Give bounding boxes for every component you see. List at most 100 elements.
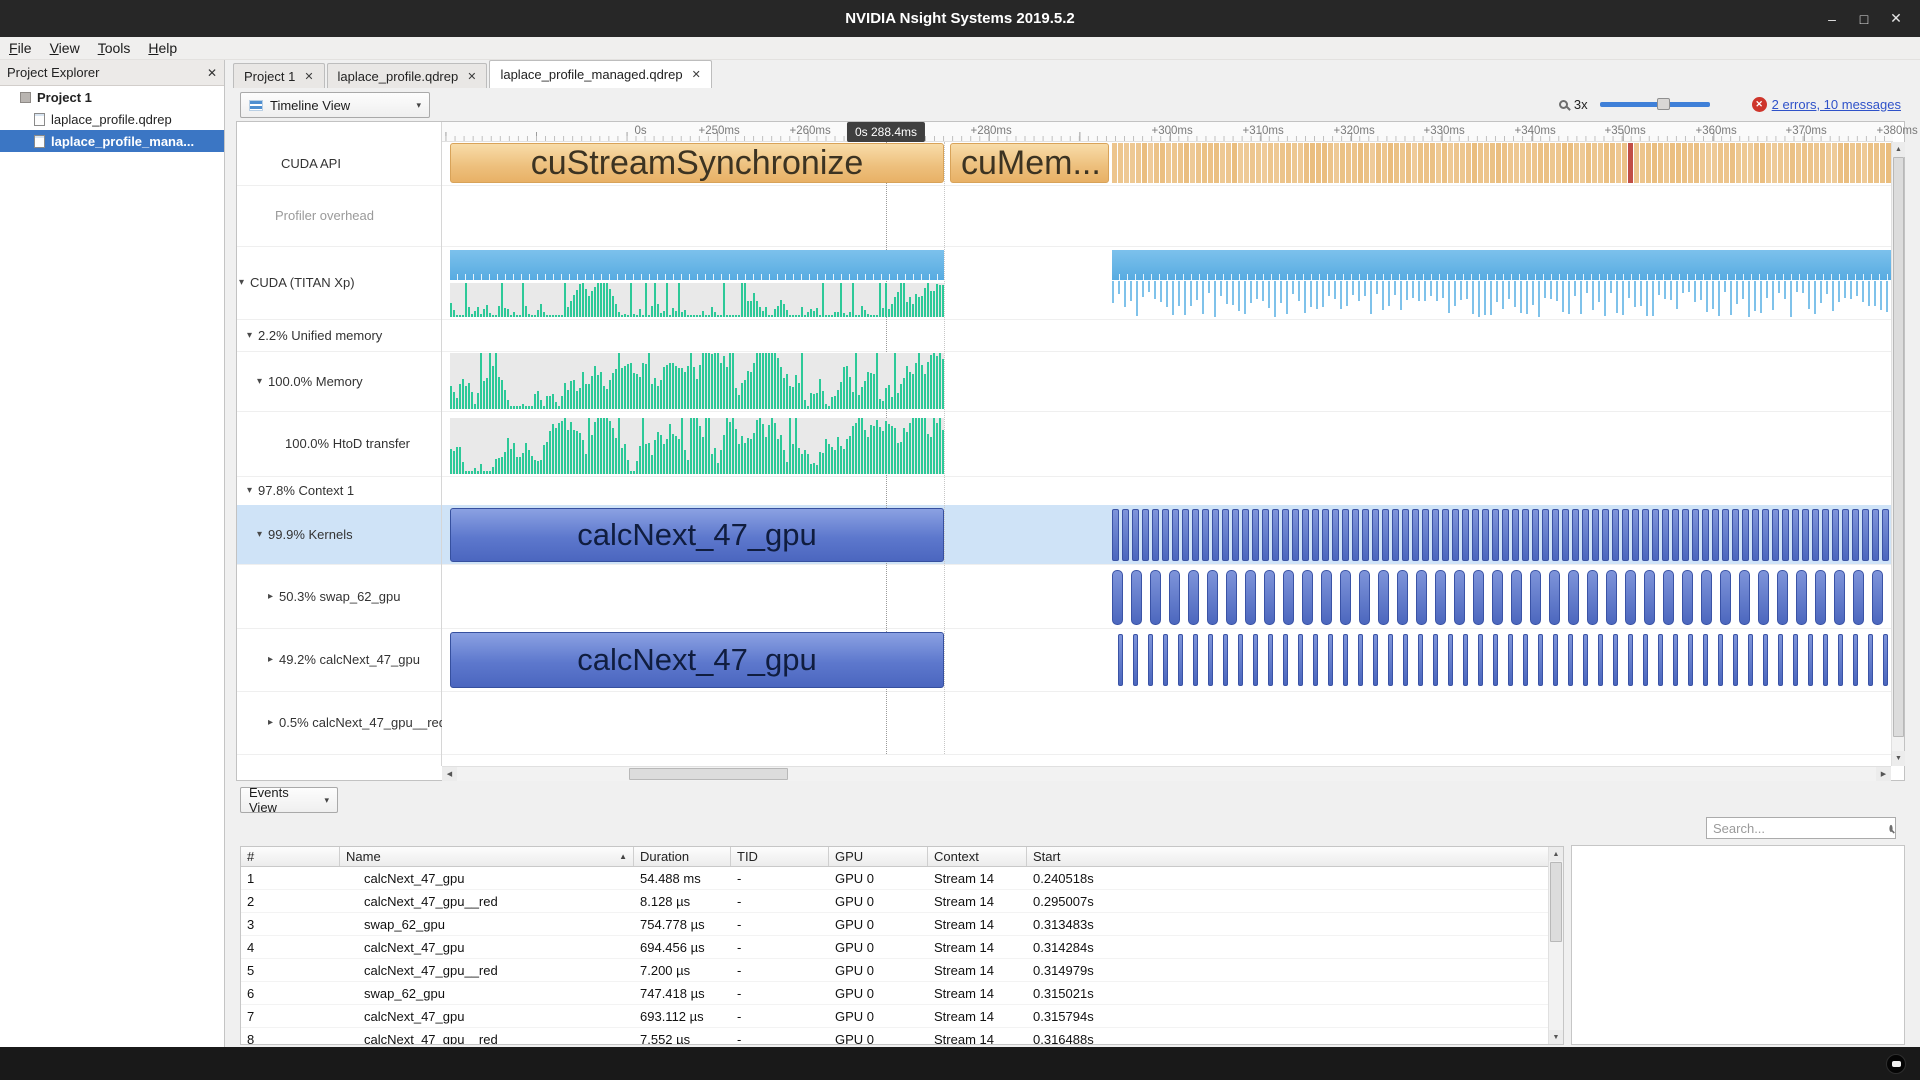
chart-sample-bar[interactable] bbox=[762, 424, 764, 474]
kernel-tick[interactable] bbox=[1214, 281, 1216, 317]
chart-sample-bar[interactable] bbox=[708, 353, 710, 409]
api-call-bar[interactable] bbox=[1148, 143, 1153, 183]
chart-sample-bar[interactable] bbox=[597, 283, 599, 317]
kernel-tick[interactable] bbox=[1118, 281, 1120, 294]
kernel-tick[interactable] bbox=[1664, 281, 1666, 299]
api-call-bar[interactable] bbox=[1790, 143, 1795, 183]
kernel-event-bar[interactable] bbox=[1359, 570, 1370, 625]
kernel-event-bar[interactable] bbox=[1208, 634, 1213, 686]
kernel-event-bar[interactable] bbox=[1352, 509, 1359, 561]
chart-sample-bar[interactable] bbox=[579, 388, 581, 409]
chart-sample-bar[interactable] bbox=[618, 418, 620, 474]
kernel-event-bar[interactable] bbox=[1342, 509, 1349, 561]
panel-close-icon[interactable]: ✕ bbox=[207, 66, 217, 80]
chart-sample-bar[interactable] bbox=[735, 429, 737, 474]
api-call-bar[interactable] bbox=[1358, 143, 1363, 183]
chart-sample-bar[interactable] bbox=[627, 460, 629, 474]
chart-sample-bar[interactable] bbox=[630, 363, 632, 409]
menu-view[interactable]: View bbox=[41, 40, 89, 56]
kernel-tick[interactable] bbox=[1292, 281, 1294, 294]
kernel-event-bar[interactable] bbox=[1752, 509, 1759, 561]
timeline-row-label-3[interactable]: ▾CUDA (TITAN Xp) bbox=[237, 246, 442, 319]
kernel-event-bar[interactable] bbox=[1492, 509, 1499, 561]
kernel-event-bar[interactable] bbox=[1702, 509, 1709, 561]
kernel-event-bar[interactable] bbox=[1552, 509, 1559, 561]
chart-sample-bar[interactable] bbox=[570, 381, 572, 409]
api-call-bar[interactable] bbox=[1634, 143, 1639, 183]
api-call-bar[interactable] bbox=[1310, 143, 1315, 183]
kernel-tick[interactable] bbox=[1202, 281, 1204, 314]
chart-sample-bar[interactable] bbox=[753, 293, 755, 317]
kernel-tick[interactable] bbox=[1688, 281, 1690, 292]
chart-sample-bar[interactable] bbox=[843, 367, 845, 409]
chart-sample-bar[interactable] bbox=[663, 311, 665, 317]
kernel-event-bar[interactable] bbox=[1226, 570, 1237, 625]
chart-sample-bar[interactable] bbox=[933, 353, 935, 409]
kernel-event-bar[interactable] bbox=[1122, 509, 1129, 561]
chart-sample-bar[interactable] bbox=[918, 418, 920, 474]
kernel-tick[interactable] bbox=[1502, 281, 1504, 309]
chart-sample-bar[interactable] bbox=[894, 297, 896, 317]
chart-sample-bar[interactable] bbox=[567, 390, 569, 409]
kernel-event-bar[interactable] bbox=[1418, 634, 1423, 686]
api-call-bar[interactable] bbox=[1688, 143, 1693, 183]
kernel-event-bar[interactable] bbox=[1688, 634, 1693, 686]
api-call-bar[interactable] bbox=[1580, 143, 1585, 183]
kernel-tick[interactable] bbox=[1784, 281, 1786, 299]
api-call-bar[interactable] bbox=[1304, 143, 1309, 183]
chart-sample-bar[interactable] bbox=[819, 452, 821, 474]
api-call-bar[interactable] bbox=[1268, 143, 1273, 183]
kernel-tick[interactable] bbox=[1298, 281, 1300, 301]
event-row[interactable]: 3swap_62_gpu754.778 µs-GPU 0Stream 140.3… bbox=[241, 913, 1563, 936]
chart-sample-bar[interactable] bbox=[669, 424, 671, 474]
api-call-bar[interactable] bbox=[1748, 143, 1753, 183]
chart-sample-bar[interactable] bbox=[618, 312, 620, 317]
chart-sample-bar[interactable] bbox=[867, 314, 869, 317]
kernel-event-bar[interactable] bbox=[1542, 509, 1549, 561]
api-call-bar[interactable] bbox=[1868, 143, 1873, 183]
kernel-tick[interactable] bbox=[1436, 281, 1438, 301]
kernel-tick[interactable] bbox=[1814, 281, 1816, 314]
chart-sample-bar[interactable] bbox=[465, 471, 467, 474]
chart-sample-bar[interactable] bbox=[510, 406, 512, 409]
kernel-tick[interactable] bbox=[1532, 281, 1534, 305]
calcnext-big-bar[interactable]: calcNext_47_gpu bbox=[450, 632, 944, 688]
chart-sample-bar[interactable] bbox=[525, 306, 527, 317]
kernel-event-bar[interactable] bbox=[1613, 634, 1618, 686]
kernel-event-bar[interactable] bbox=[1606, 570, 1617, 625]
chart-sample-bar[interactable] bbox=[903, 283, 905, 317]
kernel-tick[interactable] bbox=[1376, 281, 1378, 294]
chart-sample-bar[interactable] bbox=[480, 464, 482, 474]
chart-sample-bar[interactable] bbox=[588, 384, 590, 409]
zoom-slider[interactable] bbox=[1600, 102, 1710, 107]
kernel-event-bar[interactable] bbox=[1872, 570, 1883, 625]
chart-sample-bar[interactable] bbox=[756, 301, 758, 317]
chart-sample-bar[interactable] bbox=[852, 426, 854, 474]
chart-sample-bar[interactable] bbox=[558, 315, 560, 317]
chart-sample-bar[interactable] bbox=[585, 289, 587, 317]
tab-close-icon[interactable]: ✕ bbox=[467, 70, 476, 83]
kernel-event-bar[interactable] bbox=[1739, 570, 1750, 625]
kernel-event-bar[interactable] bbox=[1492, 570, 1503, 625]
chart-sample-bar[interactable] bbox=[513, 312, 515, 317]
chart-sample-bar[interactable] bbox=[822, 283, 824, 317]
api-call-bar[interactable] bbox=[1460, 143, 1465, 183]
chart-sample-bar[interactable] bbox=[612, 373, 614, 409]
api-call-bar[interactable] bbox=[1844, 143, 1849, 183]
chart-sample-bar[interactable] bbox=[615, 369, 617, 409]
chart-sample-bar[interactable] bbox=[612, 428, 614, 474]
chart-sample-bar[interactable] bbox=[606, 389, 608, 409]
api-call-bar[interactable] bbox=[1256, 143, 1261, 183]
chart-sample-bar[interactable] bbox=[771, 418, 773, 474]
chart-sample-bar[interactable] bbox=[663, 367, 665, 409]
kernel-event-bar[interactable] bbox=[1758, 570, 1769, 625]
chart-sample-bar[interactable] bbox=[714, 353, 716, 409]
chart-sample-bar[interactable] bbox=[819, 379, 821, 409]
kernel-event-bar[interactable] bbox=[1448, 634, 1453, 686]
kernel-event-bar[interactable] bbox=[1432, 509, 1439, 561]
kernel-tick[interactable] bbox=[1622, 281, 1624, 315]
chart-sample-bar[interactable] bbox=[849, 312, 851, 317]
kernel-event-bar[interactable] bbox=[1178, 634, 1183, 686]
chart-sample-bar[interactable] bbox=[567, 307, 569, 317]
chart-sample-bar[interactable] bbox=[858, 395, 860, 409]
